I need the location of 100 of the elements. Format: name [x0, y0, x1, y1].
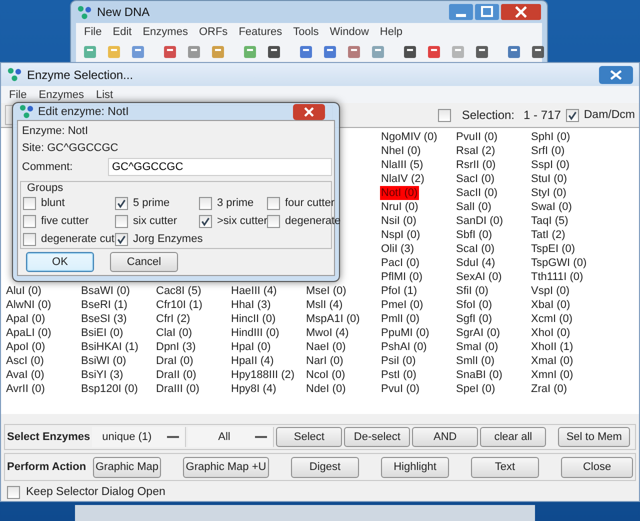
enzyme-item[interactable]: SnaBI (0)	[455, 368, 504, 382]
enzyme-item[interactable]: SspI (0)	[530, 158, 571, 172]
enzyme-item[interactable]: StyI (0)	[530, 186, 568, 200]
enzyme-item[interactable]: NruI (0)	[380, 200, 420, 214]
enzyme-item[interactable]: ApoI (0)	[5, 340, 46, 354]
menu-item[interactable]: Enzymes	[38, 88, 84, 100]
close-icon[interactable]	[293, 104, 325, 120]
enzyme-item[interactable]: TatI (2)	[530, 228, 566, 242]
menu-item[interactable]: Enzymes	[142, 26, 188, 38]
enzyme-item[interactable]: SexAI (0)	[455, 270, 503, 284]
enzyme-item[interactable]: Tth111I (0)	[530, 270, 584, 284]
checkbox[interactable]	[7, 486, 20, 498]
enzyme-item[interactable]: NlaIII (5)	[380, 158, 424, 172]
enzyme-item[interactable]: NlaIV (2)	[380, 172, 426, 186]
checkbox[interactable]	[267, 196, 280, 210]
enzyme-item[interactable]: BsiHKAI (1)	[80, 340, 140, 354]
action-button[interactable]: AND	[412, 427, 478, 447]
enzyme-item[interactable]: PvuI (0)	[380, 382, 421, 396]
menu-item[interactable]: ORFs	[198, 26, 228, 38]
menu-item[interactable]: Edit	[112, 26, 132, 38]
checkbox[interactable]	[566, 108, 579, 122]
minimize-icon[interactable]	[449, 4, 473, 20]
enzyme-item[interactable]: NheI (0)	[380, 144, 422, 158]
enzyme-item[interactable]: TspEI (0)	[530, 242, 576, 256]
close-icon[interactable]	[501, 4, 541, 20]
enzyme-item[interactable]: PmlI (0)	[380, 312, 420, 326]
menu-item[interactable]: Features	[238, 26, 282, 38]
enzyme-item[interactable]: SacI (0)	[455, 172, 496, 186]
dropdown[interactable]: All	[188, 427, 274, 447]
enzyme-item[interactable]: PfoI (1)	[380, 284, 418, 298]
enzyme-item[interactable]: Bsp120I (0)	[80, 382, 139, 396]
enzyme-item[interactable]: SanDI (0)	[455, 214, 504, 228]
enzyme-item[interactable]: NarI (0)	[305, 354, 344, 368]
enzyme-item[interactable]: RsaI (2)	[455, 144, 496, 158]
action-button[interactable]: Sel to Mem	[558, 427, 630, 447]
menu-item[interactable]: File	[84, 26, 102, 38]
enzyme-item[interactable]: DraI (0)	[155, 354, 194, 368]
enzyme-item[interactable]: HincII (0)	[230, 312, 277, 326]
enzyme-item[interactable]: PpuMI (0)	[380, 326, 430, 340]
enzyme-item[interactable]: DraIII (0)	[155, 382, 200, 396]
enzyme-item[interactable]: BseRI (1)	[80, 298, 128, 312]
enzyme-item[interactable]: AvaI (0)	[5, 368, 46, 382]
checkbox[interactable]	[115, 214, 128, 228]
enzyme-item[interactable]: HindIII (0)	[230, 326, 280, 340]
enzyme-item[interactable]: XcmI (0)	[530, 312, 574, 326]
enzyme-item[interactable]: NgoMIV (0)	[380, 130, 438, 144]
enzyme-item[interactable]: SduI (4)	[455, 256, 496, 270]
enzyme-item[interactable]: XmaI (0)	[530, 354, 574, 368]
enzyme-item[interactable]: PmeI (0)	[380, 298, 424, 312]
enzyme-item[interactable]: MspA1I (0)	[305, 312, 361, 326]
enzyme-item[interactable]: SphI (0)	[530, 130, 572, 144]
enzyme-item[interactable]: XmnI (0)	[530, 368, 574, 382]
enzyme-item[interactable]: SwaI (0)	[530, 200, 573, 214]
enzyme-item[interactable]: ApaLI (0)	[5, 326, 52, 340]
action-button[interactable]: Digest	[291, 456, 359, 478]
enzyme-item[interactable]: NspI (0)	[380, 228, 422, 242]
enzyme-item[interactable]: SmlI (0)	[455, 354, 496, 368]
enzyme-item[interactable]: PflMI (0)	[380, 270, 424, 284]
enzyme-item[interactable]: XbaI (0)	[530, 298, 572, 312]
enzyme-item[interactable]: PstI (0)	[380, 368, 418, 382]
enzyme-item[interactable]: RsrII (0)	[455, 158, 497, 172]
enzyme-item[interactable]: SpeI (0)	[455, 382, 496, 396]
enzyme-item[interactable]: MslI (4)	[305, 298, 344, 312]
enzyme-item[interactable]: VspI (0)	[530, 284, 571, 298]
enzyme-item[interactable]: ScaI (0)	[455, 242, 496, 256]
checkbox[interactable]	[23, 196, 36, 210]
checkbox[interactable]	[199, 214, 212, 228]
checkbox[interactable]	[23, 214, 36, 228]
enzyme-item[interactable]: SfiI (0)	[455, 284, 490, 298]
enzyme-item[interactable]: MseI (0)	[305, 284, 348, 298]
enzyme-item[interactable]: HhaI (3)	[230, 298, 272, 312]
enzyme-item[interactable]: Cac8I (5)	[155, 284, 202, 298]
checkbox[interactable]	[199, 196, 212, 210]
enzyme-item[interactable]: OliI (3)	[380, 242, 415, 256]
menu-item[interactable]: File	[9, 88, 27, 100]
enzyme-item[interactable]: Hpy8I (4)	[230, 382, 278, 396]
enzyme-item[interactable]: AscI (0)	[5, 354, 45, 368]
action-button[interactable]: Select	[276, 427, 342, 447]
action-button[interactable]: Graphic Map +U	[183, 456, 269, 478]
enzyme-item[interactable]: XhoII (1)	[530, 340, 574, 354]
enzyme-item[interactable]: MwoI (4)	[305, 326, 350, 340]
action-button[interactable]: Text	[471, 456, 539, 478]
enzyme-item[interactable]: ApaI (0)	[5, 312, 46, 326]
enzyme-item[interactable]: SgfI (0)	[455, 312, 494, 326]
dialog-button[interactable]: Cancel	[110, 252, 178, 272]
checkbox[interactable]	[115, 232, 128, 246]
checkbox[interactable]	[23, 232, 36, 246]
enzyme-item[interactable]: CfrI (2)	[155, 312, 192, 326]
checkbox[interactable]	[267, 214, 280, 228]
enzyme-item[interactable]: BsiEI (0)	[80, 326, 124, 340]
enzyme-item[interactable]: BsiWI (0)	[80, 354, 128, 368]
enzyme-item[interactable]: SrfI (0)	[530, 144, 566, 158]
enzyme-item[interactable]: AluI (0)	[5, 284, 42, 298]
enzyme-item[interactable]: HpaI (0)	[230, 340, 272, 354]
enzyme-item[interactable]: BseSI (3)	[80, 312, 128, 326]
enzyme-item[interactable]: AvrII (0)	[5, 382, 46, 396]
enzyme-item[interactable]: BsiYI (3)	[80, 368, 124, 382]
enzyme-item[interactable]: Cfr10I (1)	[155, 298, 204, 312]
enzyme-item[interactable]: PacI (0)	[380, 256, 421, 270]
action-button[interactable]: Close	[561, 456, 633, 478]
